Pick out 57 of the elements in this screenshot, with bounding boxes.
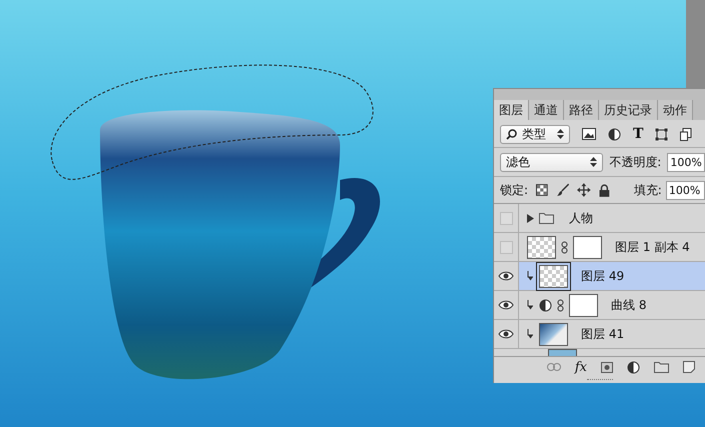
smart-object-icon[interactable] (680, 128, 692, 140)
lock-icon[interactable] (599, 184, 610, 196)
layer-row[interactable]: 人物 (494, 204, 705, 233)
search-icon (506, 128, 517, 140)
half-circle-icon[interactable] (608, 128, 621, 140)
stepper-arrows-icon (590, 157, 598, 167)
blend-mode-value: 滤色 (506, 154, 530, 170)
curves-adjustment-icon (539, 298, 552, 312)
visibility-eye-icon[interactable] (498, 329, 514, 339)
shape-icon[interactable] (655, 128, 668, 140)
fill-label: 填充: (634, 182, 662, 198)
folder-icon (539, 212, 554, 224)
expand-triangle-icon[interactable] (527, 214, 534, 222)
adjustment-icon[interactable] (627, 360, 640, 374)
mask-thumbnail (573, 236, 602, 258)
visibility-toggle[interactable] (500, 212, 512, 224)
blend-mode-dropdown[interactable]: 滤色 (500, 152, 604, 172)
resize-grip[interactable] (586, 378, 612, 382)
type-filter-button[interactable]: T (633, 126, 644, 142)
fill-field[interactable]: 100% (666, 180, 705, 200)
checkerboard-icon[interactable] (536, 184, 548, 196)
layer-name: 人物 (569, 210, 593, 226)
layer-name: 图层 41 (581, 326, 624, 342)
layer-row[interactable]: 图层 1 副本 4 (494, 233, 705, 262)
mask-icon[interactable] (601, 362, 613, 372)
layer-name: 曲线 8 (611, 296, 646, 314)
layer-row[interactable]: 曲线 8 (494, 291, 705, 320)
layer-name: 图层 49 (581, 268, 624, 284)
brush-icon[interactable] (556, 183, 570, 197)
layer-thumbnail (548, 349, 577, 356)
layer-effects-button[interactable]: fx (574, 360, 587, 374)
visibility-toggle[interactable] (500, 240, 512, 254)
new-layer-icon[interactable] (683, 361, 695, 373)
layer-thumbnail (539, 322, 568, 346)
layer-row[interactable]: 图层 41 (494, 320, 705, 349)
folder-icon[interactable] (654, 361, 669, 373)
opacity-label: 不透明度: (609, 154, 662, 170)
opacity-field[interactable]: 100% (667, 152, 705, 172)
mask-thumbnail (569, 294, 598, 316)
image-icon[interactable] (582, 128, 596, 140)
visibility-eye-icon[interactable] (498, 271, 514, 281)
panel-tab[interactable]: 路径 (564, 100, 599, 120)
lock-label: 锁定: (500, 182, 528, 198)
panel-tab[interactable]: 图层 (494, 100, 529, 120)
panel-tab[interactable]: 通道 (529, 100, 564, 120)
layer-name: 图层 1 副本 4 (615, 238, 690, 256)
stepper-arrows-icon (557, 129, 564, 139)
panel-tab[interactable]: 历史记录 (599, 100, 658, 120)
panel-tab[interactable]: 动作 (658, 100, 693, 120)
chain-link-icon[interactable] (557, 298, 564, 312)
chain-link-icon[interactable] (561, 240, 568, 254)
filter-dropdown[interactable]: 类型 (500, 124, 570, 144)
layer-row[interactable]: 图层 49 (494, 262, 705, 291)
visibility-eye-icon[interactable] (498, 300, 514, 310)
filter-value: 类型 (522, 126, 546, 142)
layer-thumbnail (527, 236, 556, 258)
move-icon[interactable] (577, 183, 592, 197)
